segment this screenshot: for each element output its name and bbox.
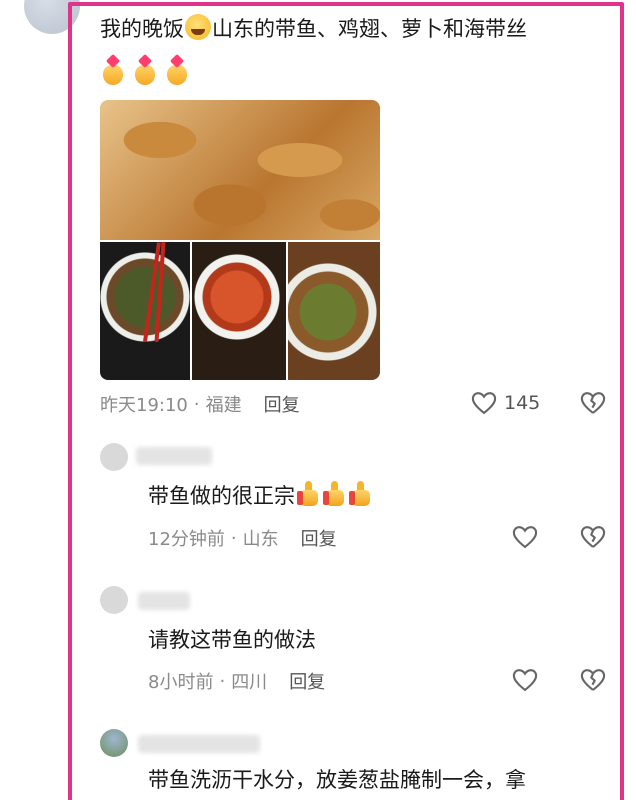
reply-location: 山东 [242,529,279,550]
photo-fried-fish[interactable] [100,100,380,240]
post-photo-grid[interactable] [100,100,380,380]
reply-reply-button[interactable]: 回复 [289,668,325,694]
post-location: 福建 [205,395,242,416]
meta-separator: · [230,527,237,549]
reply-username[interactable] [138,592,190,610]
post-dislike-button[interactable] [579,389,607,421]
reply-text-content: 带鱼做的很正宗 [148,484,295,508]
reply-text: 请教这带鱼的做法 [148,625,316,655]
photo-chicken-wings[interactable] [192,242,286,380]
thumbs-up-icon [323,481,347,507]
post-text: 我的晚饭 山东的带鱼、鸡翅、萝卜和海带丝 [100,14,620,44]
reply-avatar[interactable] [100,729,128,757]
reply-like-button[interactable] [511,666,539,698]
reply-time: 8小时前 [148,672,214,693]
reply-text-content: 带鱼洗沥干水分，放姜葱盐腌制一会，拿 [148,768,526,792]
post-meta: 昨天19:10 · 福建 回复 [100,391,300,417]
reply-text: 带鱼洗沥干水分，放姜葱盐腌制一会，拿 [148,765,526,795]
reply-username[interactable] [138,735,260,753]
post-reply-button[interactable]: 回复 [264,391,300,417]
heart-outline-icon [471,392,497,415]
heart-hands-icon [164,53,190,86]
post-text-part-1: 我的晚饭 [100,17,184,41]
heart-hands-icon [132,53,158,86]
broken-heart-icon [580,669,606,691]
heart-hands-row [100,53,190,86]
thumbs-up-icon [349,481,373,507]
broken-heart-icon [580,392,606,414]
reply-meta: 8小时前 · 四川 回复 [148,668,325,694]
post-time: 昨天19:10 [100,395,188,416]
heart-outline-icon [512,669,538,692]
reply-reply-button[interactable]: 回复 [301,525,337,551]
post-like-count: 145 [504,392,541,414]
reply-text: 带鱼做的很正宗 [148,481,373,511]
reply-username[interactable] [136,447,212,465]
reply-time: 12分钟前 [148,529,225,550]
reply-meta: 12分钟前 · 山东 回复 [148,525,337,551]
laughing-emoji-icon [185,14,211,40]
heart-hands-icon [100,53,126,86]
reply-dislike-button[interactable] [579,666,607,698]
reply-avatar[interactable] [100,443,128,471]
heart-outline-icon [512,526,538,549]
photo-radish-salad[interactable] [288,242,380,380]
post-like-button[interactable]: 145 [470,389,540,417]
post-text-part-2: 山东的带鱼、鸡翅、萝卜和海带丝 [212,17,527,41]
meta-separator: · [193,393,200,415]
reply-dislike-button[interactable] [579,523,607,555]
reply-location: 四川 [231,672,268,693]
photo-kelp-dish[interactable] [100,242,190,380]
reply-avatar[interactable] [100,586,128,614]
broken-heart-icon [580,526,606,548]
reply-text-content: 请教这带鱼的做法 [148,628,316,652]
meta-separator: · [219,670,226,692]
thumbs-up-icon [297,481,321,507]
reply-like-button[interactable] [511,523,539,555]
